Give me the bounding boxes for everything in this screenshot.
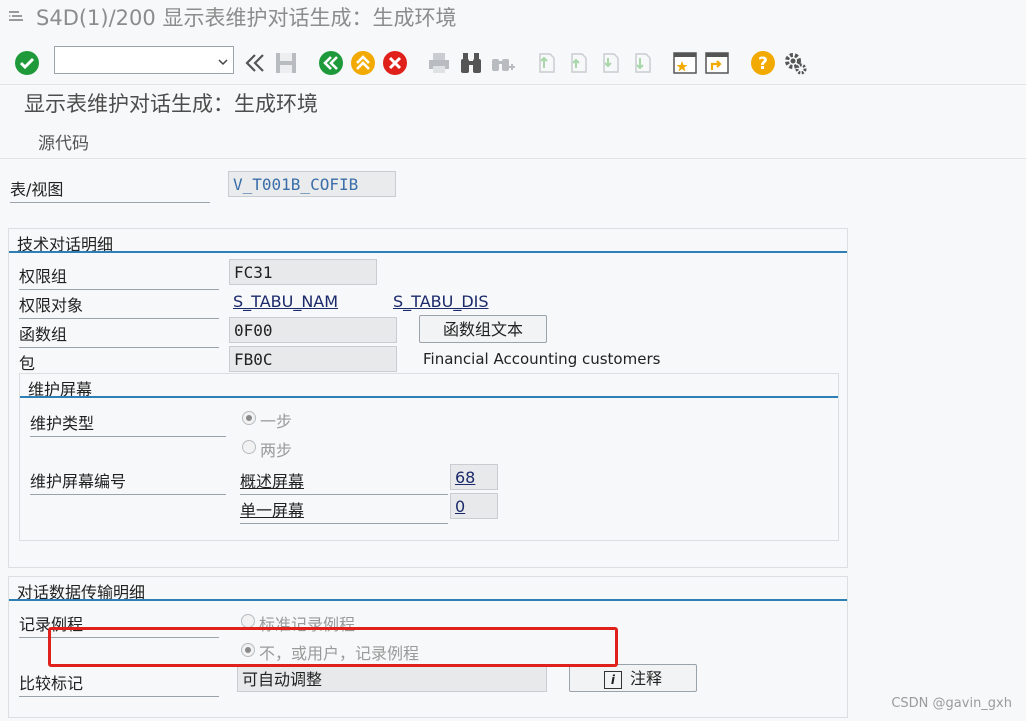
single-screen-field[interactable]: 0: [450, 493, 498, 519]
single-screen-label[interactable]: 单一屏幕: [240, 497, 448, 524]
next-page-icon[interactable]: [598, 50, 624, 76]
package-field[interactable]: FB0C: [229, 346, 397, 372]
package-description: Financial Accounting customers: [423, 350, 661, 368]
transaction-icon: [8, 8, 24, 22]
function-group-label: 函数组: [19, 321, 219, 348]
back-icon[interactable]: [318, 50, 344, 76]
tech-details-group: 技术对话明细 权限组 FC31 权限对象 S_TABU_NAM S_TABU_D…: [8, 228, 848, 568]
overview-screen-field[interactable]: 68: [450, 464, 498, 490]
watermark: CSDN @gavin_gxh: [891, 696, 1012, 711]
highlight-box: [48, 627, 618, 667]
function-group-field[interactable]: 0F00: [229, 317, 397, 343]
title-bar: S4D(1)/200 显示表维护对话生成：生成环境: [0, 0, 1026, 32]
two-step-label: 两步: [260, 441, 293, 460]
group-divider: [20, 396, 838, 398]
overview-screen-label[interactable]: 概述屏幕: [240, 468, 448, 495]
svg-text:?: ?: [758, 54, 768, 74]
compare-flag-field[interactable]: 可自动调整: [237, 666, 547, 692]
compare-flag-label: 比较标记: [19, 670, 219, 697]
back-nav-icon[interactable]: [242, 50, 268, 76]
print-icon[interactable]: [426, 50, 452, 76]
application-toolbar: 源代码: [0, 124, 1026, 159]
one-step-label: 一步: [260, 412, 293, 431]
settings-icon[interactable]: [782, 50, 808, 76]
prev-page-icon[interactable]: [566, 50, 592, 76]
standard-routine-radio[interactable]: [241, 614, 255, 628]
auth-object-link-nam[interactable]: S_TABU_NAM: [233, 292, 338, 311]
chevron-down-icon[interactable]: [217, 53, 229, 66]
system-toolbar: ?: [0, 38, 1026, 85]
command-field[interactable]: [54, 46, 234, 74]
auth-group-label: 权限组: [19, 263, 219, 290]
window-title: S4D(1)/200 显示表维护对话生成：生成环境: [36, 6, 457, 30]
shortcut-icon[interactable]: [704, 50, 730, 76]
auth-object-label: 权限对象: [19, 292, 219, 319]
last-page-icon[interactable]: [630, 50, 656, 76]
table-view-label: 表/视图: [10, 176, 210, 203]
maint-screen-numbers-label: 维护屏幕编号: [30, 468, 226, 495]
function-group-text-button[interactable]: 函数组文本: [419, 315, 547, 343]
maint-type-label: 维护类型: [30, 410, 226, 437]
source-code-button[interactable]: 源代码: [38, 129, 89, 154]
note-button-label: 注释: [629, 669, 662, 688]
save-icon[interactable]: [273, 50, 299, 76]
maint-screens-group: 维护屏幕 维护类型 一步 两步 维护屏幕编号 概述屏幕 68 单一屏幕 0: [19, 373, 839, 541]
exit-icon[interactable]: [350, 50, 376, 76]
table-view-field[interactable]: V_T001B_COFIB: [228, 171, 396, 197]
new-session-icon[interactable]: [672, 50, 698, 76]
note-button[interactable]: i 注释: [569, 664, 697, 692]
check-icon[interactable]: [14, 50, 40, 76]
one-step-radio[interactable]: [242, 411, 256, 425]
cancel-icon[interactable]: [382, 50, 408, 76]
page-title: 显示表维护对话生成：生成环境: [24, 92, 318, 116]
first-page-icon[interactable]: [534, 50, 560, 76]
info-icon: i: [603, 670, 622, 689]
group-divider: [9, 251, 847, 253]
find-icon[interactable]: [458, 50, 484, 76]
find-next-icon[interactable]: [490, 50, 516, 76]
auth-object-link-dis[interactable]: S_TABU_DIS: [393, 292, 489, 311]
auth-group-field[interactable]: FC31: [229, 259, 377, 285]
two-step-radio[interactable]: [242, 440, 256, 454]
group-divider: [9, 599, 847, 601]
help-icon[interactable]: ?: [750, 50, 776, 76]
